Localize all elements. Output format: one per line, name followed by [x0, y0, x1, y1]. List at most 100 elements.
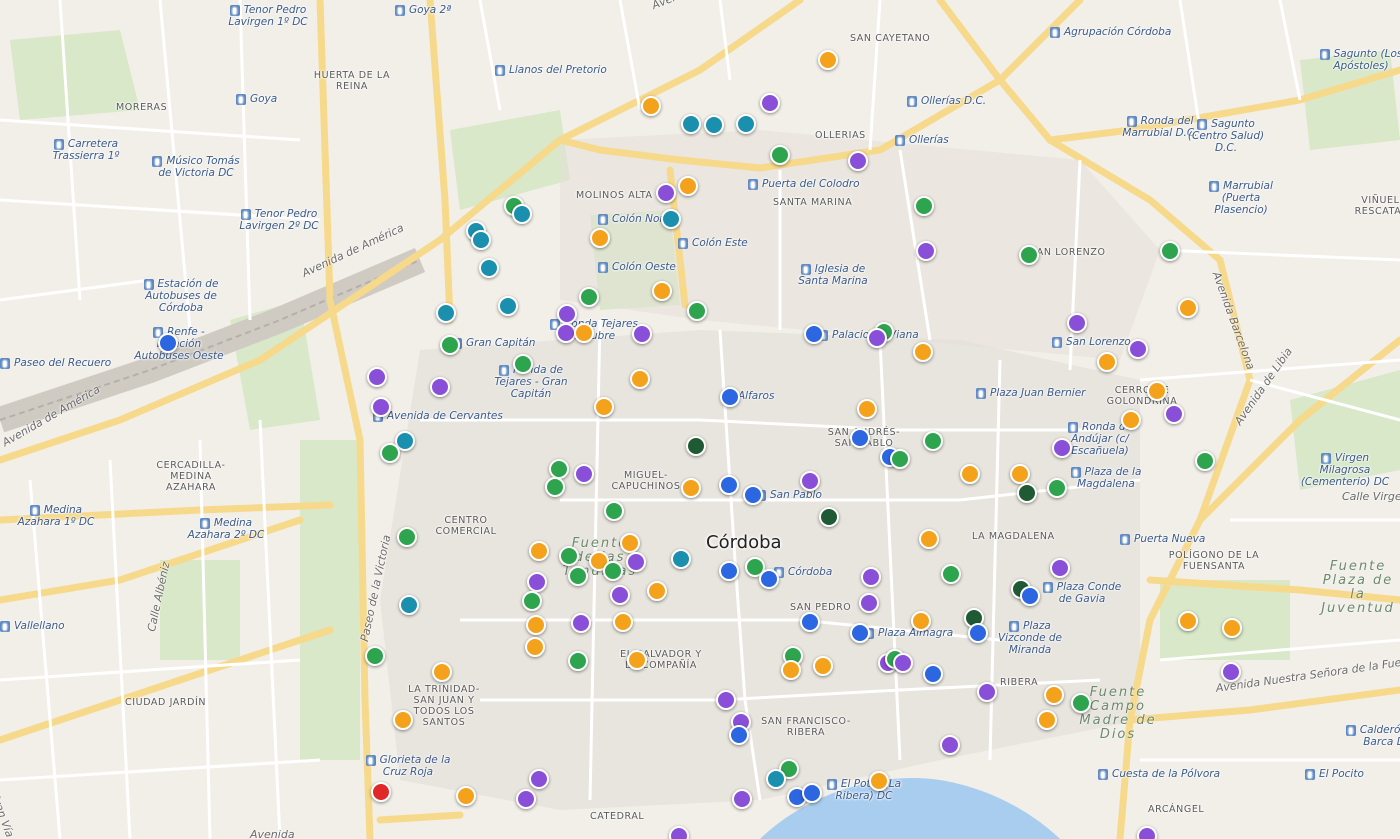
map-marker-green[interactable] — [365, 646, 385, 666]
map-marker-blue[interactable] — [850, 428, 870, 448]
map-marker-blue[interactable] — [968, 623, 988, 643]
map-marker-orange[interactable] — [911, 611, 931, 631]
map-marker-blue[interactable] — [759, 569, 779, 589]
map-marker-darkgreen[interactable] — [819, 507, 839, 527]
map-marker-purple[interactable] — [1052, 438, 1072, 458]
map-marker-green[interactable] — [568, 651, 588, 671]
map-marker-purple[interactable] — [1221, 662, 1241, 682]
map-marker-purple[interactable] — [859, 593, 879, 613]
map-marker-blue[interactable] — [720, 387, 740, 407]
map-marker-orange[interactable] — [613, 612, 633, 632]
map-marker-teal[interactable] — [512, 204, 532, 224]
map-marker-blue[interactable] — [719, 561, 739, 581]
map-marker-purple[interactable] — [430, 377, 450, 397]
map-marker-orange[interactable] — [919, 529, 939, 549]
map-marker-purple[interactable] — [557, 304, 577, 324]
map-marker-orange[interactable] — [681, 478, 701, 498]
map-marker-green[interactable] — [1047, 478, 1067, 498]
map-marker-orange[interactable] — [869, 771, 889, 791]
map-marker-orange[interactable] — [1178, 611, 1198, 631]
map-marker-teal[interactable] — [671, 549, 691, 569]
map-marker-orange[interactable] — [432, 662, 452, 682]
map-marker-teal[interactable] — [399, 595, 419, 615]
map-marker-blue[interactable] — [729, 725, 749, 745]
map-marker-purple[interactable] — [371, 397, 391, 417]
map-marker-orange[interactable] — [526, 615, 546, 635]
map-marker-orange[interactable] — [1010, 464, 1030, 484]
map-marker-darkgreen[interactable] — [1017, 483, 1037, 503]
map-marker-purple[interactable] — [893, 653, 913, 673]
map-marker-teal[interactable] — [436, 303, 456, 323]
map-marker-orange[interactable] — [456, 786, 476, 806]
map-marker-purple[interactable] — [732, 789, 752, 809]
map-marker-purple[interactable] — [656, 183, 676, 203]
map-marker-green[interactable] — [941, 564, 961, 584]
map-marker-green[interactable] — [687, 301, 707, 321]
map-marker-purple[interactable] — [1067, 313, 1087, 333]
map-marker-orange[interactable] — [647, 581, 667, 601]
map-canvas[interactable]: ▮Tenor Pedro Lavirgen 1º DC▮Goya 2ªAveni… — [0, 0, 1400, 839]
map-marker-orange[interactable] — [813, 656, 833, 676]
map-marker-blue[interactable] — [923, 664, 943, 684]
map-marker-green[interactable] — [559, 546, 579, 566]
map-marker-green[interactable] — [770, 145, 790, 165]
map-marker-orange[interactable] — [1037, 710, 1057, 730]
map-marker-purple[interactable] — [848, 151, 868, 171]
map-marker-green[interactable] — [513, 354, 533, 374]
map-marker-purple[interactable] — [716, 690, 736, 710]
map-marker-orange[interactable] — [393, 710, 413, 730]
map-marker-green[interactable] — [1195, 451, 1215, 471]
map-marker-blue[interactable] — [850, 623, 870, 643]
map-marker-purple[interactable] — [867, 328, 887, 348]
map-marker-orange[interactable] — [1044, 685, 1064, 705]
map-marker-green[interactable] — [568, 566, 588, 586]
map-marker-orange[interactable] — [574, 323, 594, 343]
map-marker-green[interactable] — [380, 443, 400, 463]
map-marker-green[interactable] — [923, 431, 943, 451]
map-marker-blue[interactable] — [1020, 586, 1040, 606]
map-marker-green[interactable] — [549, 459, 569, 479]
map-marker-purple[interactable] — [610, 585, 630, 605]
map-marker-green[interactable] — [1071, 693, 1091, 713]
map-marker-purple[interactable] — [977, 682, 997, 702]
map-marker-purple[interactable] — [940, 735, 960, 755]
map-marker-green[interactable] — [579, 287, 599, 307]
map-marker-teal[interactable] — [498, 296, 518, 316]
map-marker-blue[interactable] — [802, 783, 822, 803]
map-marker-orange[interactable] — [818, 50, 838, 70]
map-marker-purple[interactable] — [861, 567, 881, 587]
map-marker-darkgreen[interactable] — [686, 436, 706, 456]
map-marker-teal[interactable] — [471, 230, 491, 250]
map-marker-blue[interactable] — [743, 485, 763, 505]
map-marker-orange[interactable] — [652, 281, 672, 301]
map-marker-blue[interactable] — [800, 612, 820, 632]
map-marker-purple[interactable] — [626, 552, 646, 572]
map-marker-orange[interactable] — [1147, 381, 1167, 401]
map-marker-orange[interactable] — [1222, 618, 1242, 638]
map-marker-blue[interactable] — [158, 333, 178, 353]
map-marker-green[interactable] — [603, 561, 623, 581]
map-marker-red[interactable] — [371, 782, 391, 802]
map-marker-purple[interactable] — [800, 471, 820, 491]
map-marker-teal[interactable] — [766, 769, 786, 789]
map-marker-purple[interactable] — [571, 613, 591, 633]
map-marker-green[interactable] — [440, 335, 460, 355]
map-marker-green[interactable] — [1019, 245, 1039, 265]
map-marker-orange[interactable] — [590, 228, 610, 248]
map-marker-orange[interactable] — [960, 464, 980, 484]
map-marker-purple[interactable] — [527, 572, 547, 592]
map-marker-purple[interactable] — [516, 789, 536, 809]
map-marker-purple[interactable] — [1128, 339, 1148, 359]
map-marker-green[interactable] — [604, 501, 624, 521]
map-marker-green[interactable] — [1160, 241, 1180, 261]
map-marker-teal[interactable] — [736, 114, 756, 134]
map-marker-purple[interactable] — [1137, 826, 1157, 839]
map-marker-purple[interactable] — [529, 769, 549, 789]
map-marker-purple[interactable] — [916, 241, 936, 261]
map-marker-purple[interactable] — [367, 367, 387, 387]
map-marker-orange[interactable] — [678, 176, 698, 196]
map-marker-orange[interactable] — [594, 397, 614, 417]
map-marker-green[interactable] — [890, 449, 910, 469]
map-marker-orange[interactable] — [1097, 352, 1117, 372]
map-marker-purple[interactable] — [760, 93, 780, 113]
